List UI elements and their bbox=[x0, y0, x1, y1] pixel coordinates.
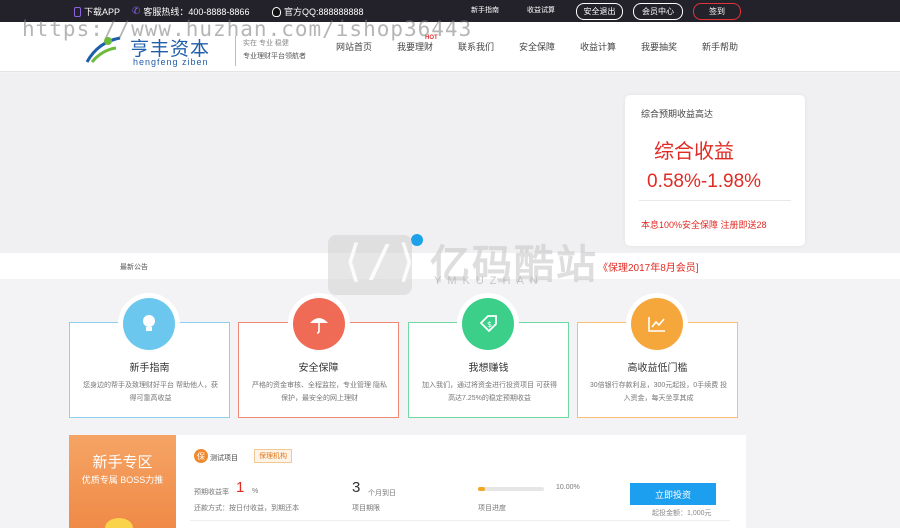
feature-icon-wrap bbox=[288, 293, 350, 355]
logo-subname: hengfeng ziben bbox=[133, 57, 209, 67]
product-card: 保 测试项目 保理机构 预期收益率 1 % 还款方式：按日付收益，到期还本 3 … bbox=[176, 435, 746, 528]
divider bbox=[639, 200, 791, 201]
nav-item-home[interactable]: 网站首页 bbox=[336, 40, 372, 53]
svg-text:$: $ bbox=[487, 320, 492, 329]
feature-desc: 您身边的帮手及致理财好平台 帮助他人，获得可靠高收益 bbox=[83, 382, 218, 402]
divider bbox=[190, 520, 730, 521]
feature-icon-wrap bbox=[118, 293, 180, 355]
feature-icon-wrap: $ bbox=[457, 293, 519, 355]
telephone-icon: ✆ bbox=[132, 6, 141, 17]
qq-icon bbox=[272, 6, 281, 17]
invest-now-button[interactable]: 立即投资 bbox=[630, 483, 716, 505]
rate-value: 1 bbox=[236, 479, 245, 496]
nav-item-contact[interactable]: 联系我们 bbox=[458, 40, 494, 53]
yield-card: 综合预期收益高达 综合收益 0.58%-1.98% 本息100%安全保障 注册即… bbox=[625, 95, 805, 246]
progress-fill bbox=[478, 487, 485, 491]
yield-card-title: 综合预期收益高达 bbox=[641, 109, 714, 119]
watermark-code-icon: ⟨/⟩ bbox=[340, 236, 420, 287]
feature-title: 我想赚钱 bbox=[468, 363, 509, 374]
topbar-link-calc[interactable]: 收益试算 bbox=[527, 5, 555, 15]
feature-title: 高收益低门槛 bbox=[627, 363, 688, 374]
feature-desc: 30倍银行存款利息，300元起投，0手续费 投入资金，每天坐享其成 bbox=[589, 382, 728, 402]
nav-item-security[interactable]: 安全保障 bbox=[519, 40, 555, 53]
member-center-button[interactable]: 会员中心 bbox=[633, 3, 683, 20]
nav-item-calc[interactable]: 收益计算 bbox=[580, 40, 616, 53]
repay-method: 还款方式：按日付收益，到期还本 bbox=[194, 505, 299, 512]
chart-up-icon bbox=[631, 298, 683, 350]
newbie-zone-banner[interactable]: 新手专区 优质专属 BOSS力推 bbox=[69, 435, 176, 528]
yield-card-heading: 综合收益 bbox=[654, 141, 734, 163]
rate-label: 预期收益率 bbox=[194, 489, 229, 496]
nav-item-lottery[interactable]: 我要抽奖 bbox=[641, 40, 677, 53]
progress-label: 项目进度 bbox=[478, 505, 506, 512]
topbar-link-label: 收益试算 bbox=[527, 7, 555, 14]
umbrella-icon bbox=[293, 298, 345, 350]
topbar-link-label: 新手指南 bbox=[471, 7, 499, 14]
feature-desc: 加入我们，通过将资金进行投资项目 可获得高达7.25%的稳定预期收益 bbox=[422, 382, 557, 402]
product-name[interactable]: 测试项目 bbox=[210, 453, 238, 463]
notice-label: 最新公告 bbox=[120, 264, 148, 271]
watermark-subtext: YMKUZHAN bbox=[434, 275, 544, 287]
phone-icon bbox=[74, 6, 81, 17]
feature-icon-wrap bbox=[626, 293, 688, 355]
yield-card-rate: 0.58%-1.98% bbox=[647, 171, 762, 192]
guarantee-badge-icon: 保 bbox=[194, 449, 208, 463]
promo-title: 新手专区 bbox=[92, 454, 153, 471]
feature-title: 安全保障 bbox=[298, 363, 339, 374]
lightbulb-icon bbox=[123, 298, 175, 350]
term-label: 项目期限 bbox=[352, 505, 380, 512]
watermark-url: https://www.huzhan.com/ishop36443 bbox=[22, 17, 473, 41]
money-tag-icon: $ bbox=[462, 298, 514, 350]
rate-unit: % bbox=[252, 488, 259, 495]
topbar-link-guide[interactable]: 新手指南 bbox=[471, 5, 499, 15]
product-tag: 保理机构 bbox=[254, 449, 292, 463]
progress-text: 10.00% bbox=[556, 484, 580, 491]
feature-desc: 严格的资金审核、全程监控，专业管理 隐私保护，最安全的网上理财 bbox=[252, 382, 387, 402]
slogan-line2: 专业理财平台领航者 bbox=[243, 53, 306, 60]
feature-title: 新手指南 bbox=[129, 363, 170, 374]
min-amount: 起投金额：1,000元 bbox=[652, 510, 712, 517]
term-unit: 个月到日 bbox=[368, 490, 396, 497]
signin-button[interactable]: 签到 bbox=[693, 3, 741, 20]
coin-icon bbox=[105, 518, 133, 528]
term-value: 3 bbox=[352, 479, 361, 496]
logout-button[interactable]: 安全退出 bbox=[576, 3, 623, 20]
yield-card-footer[interactable]: 本息100%安全保障 注册即送28 bbox=[641, 218, 767, 231]
nav-item-help[interactable]: 新手帮助 bbox=[702, 40, 738, 53]
notice-link[interactable]: 《保理2017年8月会员] bbox=[598, 259, 699, 274]
nav-item-invest[interactable]: 我要理财 bbox=[397, 40, 433, 53]
progress-bar bbox=[478, 487, 544, 491]
promo-subtitle: 优质专属 BOSS力推 bbox=[81, 475, 164, 485]
